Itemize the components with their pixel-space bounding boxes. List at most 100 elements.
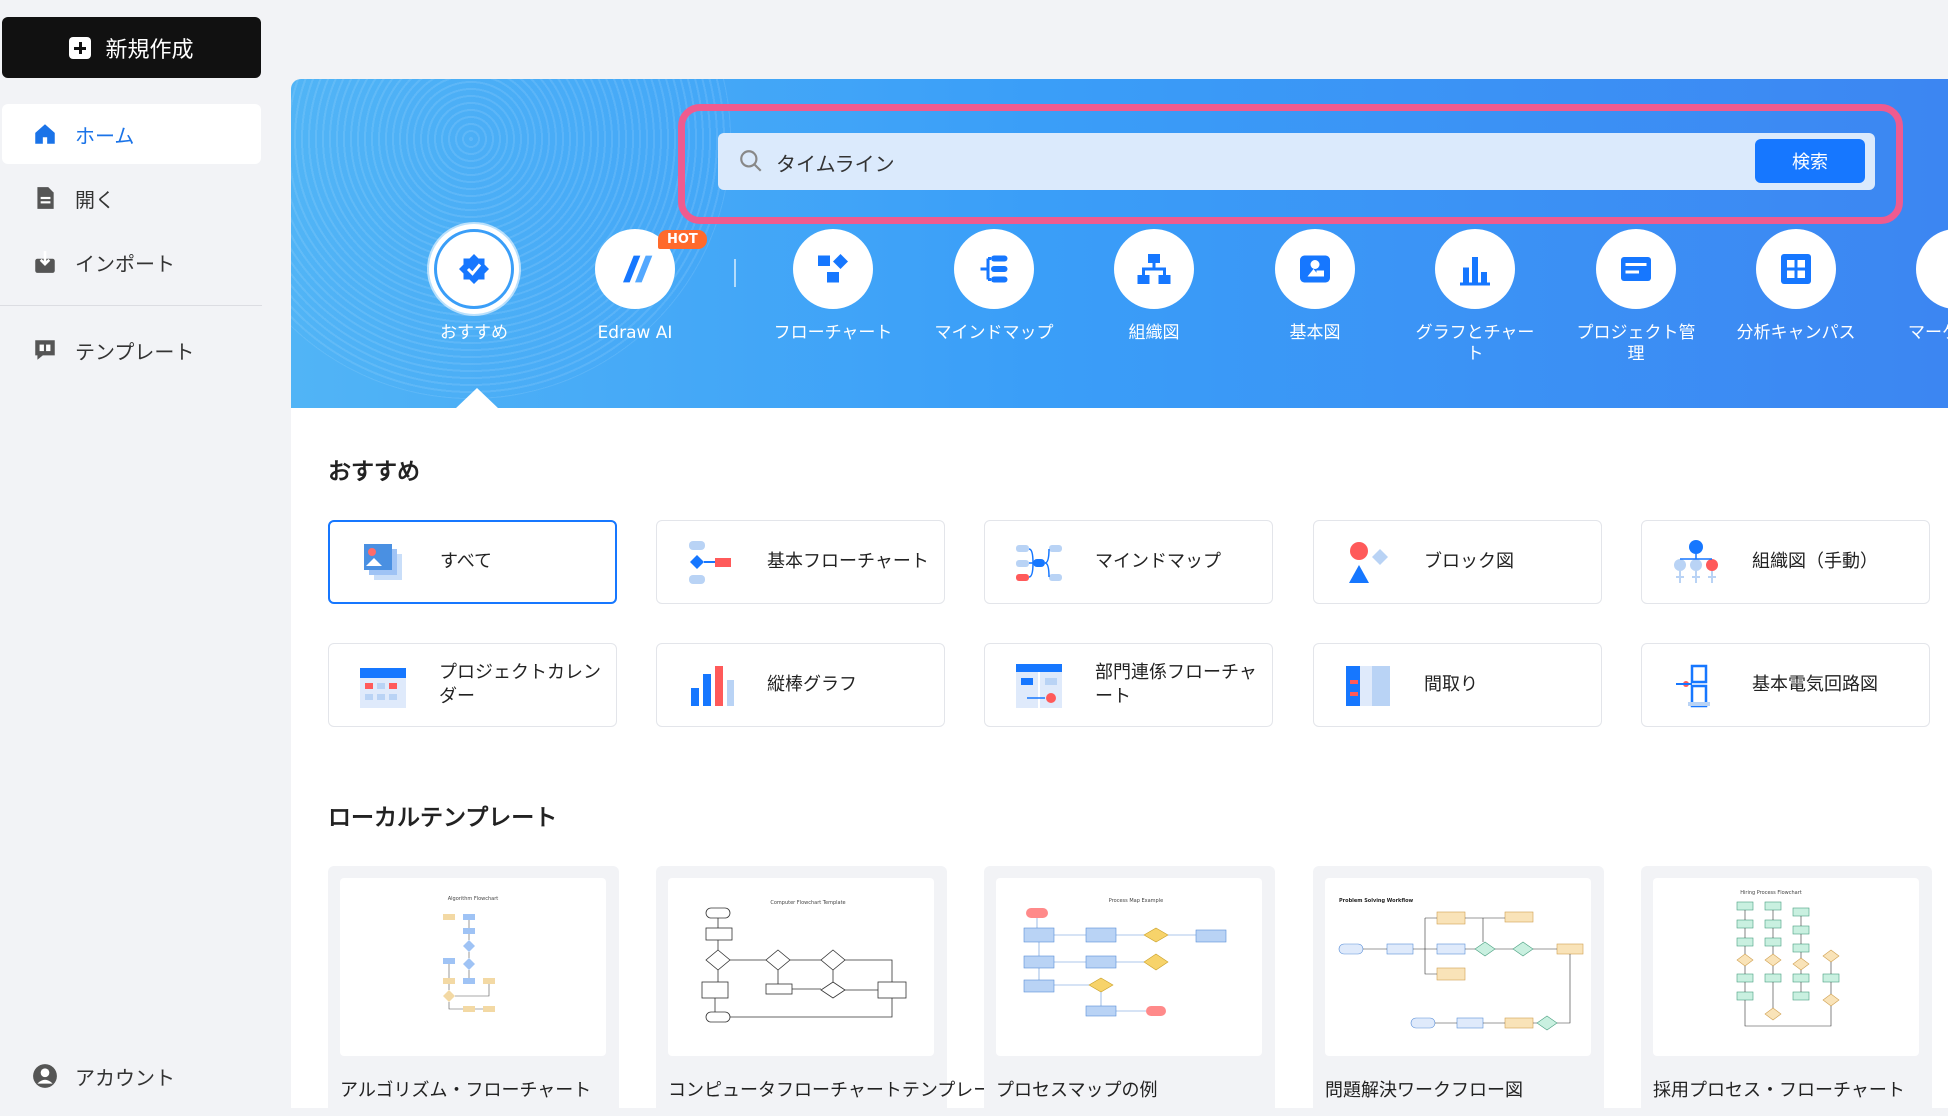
search-input[interactable]: タイムライン — [776, 148, 895, 177]
search-button[interactable]: 検索 — [1755, 139, 1865, 183]
template-label: コンピュータフローチャートテンプレート — [668, 1080, 1010, 1101]
selected-category-pointer — [455, 388, 499, 409]
floor-plan-icon — [1346, 666, 1390, 706]
template-card-hiring-process-flowchart[interactable]: Hiring Process Flowchart 採用プロセス・フローチャート — [1641, 866, 1932, 1116]
card-label: プロジェクトカレンダー — [439, 662, 601, 707]
sidebar-item-home[interactable]: ホーム — [2, 104, 261, 164]
recommended-card-electric-circuit[interactable]: 基本電気回路図 — [1641, 643, 1930, 727]
template-thumbnail: Computer Flowchart Template — [668, 878, 934, 1056]
column-chart-icon — [691, 666, 734, 706]
thumbnail-title: Problem Solving Workflow — [1339, 898, 1414, 904]
account-label: アカウント — [75, 1065, 175, 1090]
category-label: おすすめ — [440, 323, 508, 343]
template-label: 採用プロセス・フローチャート — [1653, 1080, 1905, 1101]
plus-icon — [69, 36, 92, 59]
template-thumbnail: Algorithm Flowchart — [340, 878, 606, 1056]
recommended-card-floor-plan[interactable]: 間取り — [1313, 643, 1602, 727]
block-diagram-icon — [1349, 542, 1388, 583]
cross-functional-icon — [1016, 664, 1062, 708]
local-templates-title: ローカルテンプレート — [328, 805, 558, 831]
category-label: マーケ — [1908, 323, 1948, 343]
sidebar-item-label: ホーム — [75, 123, 135, 148]
thumbnail-title: Algorithm Flowchart — [448, 896, 499, 902]
category-graphs[interactable]: グラフとチャート — [1415, 229, 1535, 365]
card-label: 基本電気回路図 — [1752, 674, 1878, 695]
circuit-icon — [1676, 664, 1710, 708]
card-label: マインドマップ — [1095, 551, 1221, 572]
card-label: ブロック図 — [1424, 551, 1514, 572]
card-label: 間取り — [1424, 674, 1478, 695]
basic-shapes-icon — [1300, 255, 1330, 283]
sidebar: 新規作成 ホーム 開く インポート テンプレート アカウント — [0, 0, 280, 1108]
calendar-icon — [360, 668, 406, 708]
category-label: フローチャート — [773, 323, 893, 343]
template-card-problem-solving-workflow[interactable]: Problem Solving Workflow 問題解決ワークフロー図 — [1313, 866, 1604, 1116]
account-icon — [33, 1064, 57, 1088]
category-canvas[interactable]: 分析キャンパス — [1736, 229, 1856, 344]
new-button[interactable]: 新規作成 — [2, 17, 261, 78]
flowchart-icon — [818, 254, 848, 283]
mindmap-icon — [1016, 545, 1062, 581]
org-chart-icon — [1674, 540, 1718, 583]
file-icon — [37, 187, 54, 209]
edraw-ai-icon — [623, 255, 653, 283]
recommended-title: おすすめ — [328, 459, 420, 485]
template-thumbnail: Problem Solving Workflow — [1325, 878, 1591, 1056]
org-chart-icon — [1137, 254, 1171, 284]
template-label: プロセスマップの例 — [996, 1080, 1158, 1101]
category-label: 基本図 — [1289, 323, 1341, 343]
hot-badge: HOT — [658, 230, 707, 249]
category-project[interactable]: プロジェクト管理 — [1576, 229, 1696, 365]
search-bar[interactable]: タイムライン 検索 — [718, 133, 1875, 190]
recommended-card-column-chart[interactable]: 縦棒グラフ — [656, 643, 945, 727]
thumbnail-title: Hiring Process Flowchart — [1740, 890, 1802, 896]
template-label: アルゴリズム・フローチャート — [340, 1080, 592, 1101]
category-flowchart[interactable]: フローチャート — [773, 229, 893, 344]
canvas-icon — [1781, 254, 1811, 284]
template-thumbnail: Process Map Example — [996, 878, 1262, 1056]
sidebar-item-templates[interactable]: テンプレート — [2, 320, 261, 380]
category-label: Edraw AI — [597, 323, 673, 343]
card-label: 部門連係フローチャート — [1095, 662, 1257, 707]
search-icon — [740, 150, 762, 172]
category-divider — [734, 259, 736, 287]
basic-flowchart-icon — [689, 541, 731, 584]
badge-icon — [459, 254, 489, 284]
category-label: プロジェクト管理 — [1576, 323, 1696, 364]
template-card-process-map[interactable]: Process Map Example プロセスマップの例 — [984, 866, 1275, 1116]
thumbnail-title: Computer Flowchart Template — [770, 900, 845, 906]
category-recommended[interactable]: おすすめ — [414, 229, 534, 344]
recommended-card-mindmap[interactable]: マインドマップ — [984, 520, 1273, 604]
sidebar-item-label: 開く — [75, 187, 115, 212]
recommended-card-block-diagram[interactable]: ブロック図 — [1313, 520, 1602, 604]
sidebar-divider — [0, 305, 262, 306]
recommended-card-project-calendar[interactable]: プロジェクトカレンダー — [328, 643, 617, 727]
category-basic-shapes[interactable]: 基本図 — [1255, 229, 1375, 344]
sidebar-item-open[interactable]: 開く — [2, 168, 261, 228]
sidebar-item-label: テンプレート — [75, 339, 195, 364]
template-card-algorithm-flowchart[interactable]: Algorithm Flowchart アルゴリズム・フローチャート — [328, 866, 619, 1116]
project-icon — [1621, 257, 1651, 281]
category-org-chart[interactable]: 組織図 — [1094, 229, 1214, 344]
category-label: 組織図 — [1128, 323, 1180, 343]
template-card-computer-flowchart[interactable]: Computer Flowchart Template コンピュータフローチャー… — [656, 866, 1009, 1116]
card-label: 縦棒グラフ — [767, 674, 857, 695]
recommended-card-basic-flowchart[interactable]: 基本フローチャート — [656, 520, 945, 604]
recommended-card-org-chart-manual[interactable]: 組織図（手動） — [1641, 520, 1930, 604]
category-label: 分析キャンパス — [1736, 323, 1856, 343]
template-thumbnail: Hiring Process Flowchart — [1653, 878, 1919, 1056]
category-marketing[interactable]: マーケ — [1880, 229, 1948, 344]
card-label: 組織図（手動） — [1752, 551, 1878, 572]
category-label: マインドマップ — [934, 323, 1054, 343]
sidebar-item-label: インポート — [75, 251, 175, 276]
sidebar-item-import[interactable]: インポート — [2, 232, 261, 292]
thumbnail-title: Process Map Example — [1109, 898, 1163, 904]
import-icon — [35, 251, 55, 273]
category-mindmap[interactable]: マインドマップ — [934, 229, 1054, 344]
mindmap-icon — [980, 255, 1008, 283]
recommended-card-cross-functional-flowchart[interactable]: 部門連係フローチャート — [984, 643, 1273, 727]
recommended-card-all[interactable]: すべて — [328, 520, 617, 604]
account-button[interactable]: アカウント — [2, 1048, 261, 1104]
category-label: グラフとチャート — [1415, 323, 1535, 364]
template-label: 問題解決ワークフロー図 — [1325, 1080, 1523, 1101]
